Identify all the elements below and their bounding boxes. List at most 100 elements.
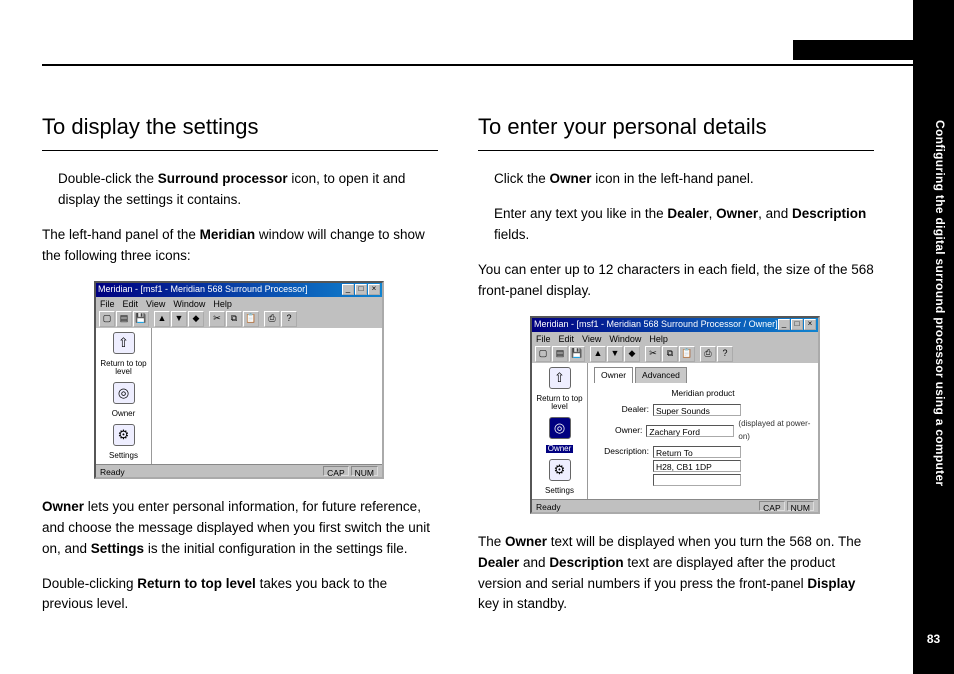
desc-input-2[interactable]: H28, CB1 1DP <box>653 460 741 472</box>
settings-icon[interactable]: ⚙ <box>549 459 571 481</box>
desc-label: Description: <box>594 445 649 458</box>
shot2-right-content: Owner Advanced Meridian product Dealer: … <box>588 363 818 499</box>
text: The <box>478 534 505 549</box>
toolbar-store-icon[interactable]: ▲ <box>154 311 170 327</box>
toolbar-open-icon[interactable]: ▤ <box>552 346 568 362</box>
owner-icon[interactable]: ◎ <box>113 382 135 404</box>
shot1-right-blank <box>152 328 382 464</box>
menu-window[interactable]: Window <box>173 298 205 309</box>
owner-icon[interactable]: ◎ <box>549 417 571 439</box>
tab-owner[interactable]: Owner <box>594 367 633 383</box>
page-number: 83 <box>913 632 954 646</box>
toolbar-open-icon[interactable]: ▤ <box>116 311 132 327</box>
close-button[interactable]: × <box>368 284 380 295</box>
close-button[interactable]: × <box>804 319 816 330</box>
owner-input[interactable]: Zachary Ford <box>646 425 734 437</box>
tabs: Owner Advanced <box>594 367 812 383</box>
owner-field-label: Owner: <box>594 424 642 437</box>
maximize-button[interactable]: □ <box>355 284 367 295</box>
text: key in standby. <box>478 596 567 611</box>
return-to-top-label: Return to top level <box>533 395 586 411</box>
group-label: Meridian product <box>594 387 812 400</box>
column-left: To display the settings Double-click the… <box>42 110 438 629</box>
toolbar-help-icon[interactable]: ? <box>281 311 297 327</box>
column-right: To enter your personal details Click the… <box>478 110 874 629</box>
para-left-2: The left-hand panel of the Meridian wind… <box>42 225 438 267</box>
row-desc-2: H28, CB1 1DP <box>594 460 812 472</box>
menu-edit[interactable]: Edit <box>559 333 575 344</box>
screenshot-1: Meridian - [msf1 - Meridian 568 Surround… <box>94 281 384 479</box>
toolbar-help-icon[interactable]: ? <box>717 346 733 362</box>
top-rule <box>42 64 913 66</box>
settings-icon[interactable]: ⚙ <box>113 424 135 446</box>
menu-window[interactable]: Window <box>609 333 641 344</box>
text: icon in the left-hand panel. <box>592 171 754 186</box>
toolbar-print-icon[interactable]: ⎙ <box>264 311 280 327</box>
row-dealer: Dealer: Super Sounds <box>594 403 812 416</box>
menu-help[interactable]: Help <box>213 298 232 309</box>
status-indicators: CAP NUM <box>759 501 814 511</box>
text: Click the <box>494 171 550 186</box>
text: fields. <box>494 227 529 242</box>
page: Configuring the digital surround process… <box>0 0 954 674</box>
section-label: Configuring the digital surround process… <box>921 120 947 486</box>
bold-dealer: Dealer <box>478 555 519 570</box>
menu-view[interactable]: View <box>146 298 165 309</box>
para-left-3: Owner lets you enter personal informatio… <box>42 497 438 560</box>
menu-file[interactable]: File <box>536 333 551 344</box>
toolbar-new-icon[interactable]: ▢ <box>99 311 115 327</box>
para-right-4: The Owner text will be displayed when yo… <box>478 532 874 616</box>
return-to-top-icon[interactable]: ⇧ <box>113 332 135 354</box>
minimize-button[interactable]: _ <box>778 319 790 330</box>
toolbar-save-icon[interactable]: 💾 <box>569 346 585 362</box>
toolbar-comms-icon[interactable]: ◆ <box>624 346 640 362</box>
top-tab-mark <box>793 40 913 60</box>
menu-file[interactable]: File <box>100 298 115 309</box>
para-left-1: Double-click the Surround processor icon… <box>42 169 438 211</box>
maximize-button[interactable]: □ <box>791 319 803 330</box>
bold-owner: Owner <box>505 534 547 549</box>
heading-divider-2 <box>478 150 874 151</box>
bold-dealer: Dealer <box>667 206 708 221</box>
tab-advanced[interactable]: Advanced <box>635 367 687 383</box>
desc-input-3[interactable] <box>653 474 741 486</box>
menu-help[interactable]: Help <box>649 333 668 344</box>
toolbar-comms-icon[interactable]: ◆ <box>188 311 204 327</box>
row-desc-1: Description: Return To <box>594 445 812 458</box>
toolbar-fetch-icon[interactable]: ▼ <box>171 311 187 327</box>
minimize-button[interactable]: _ <box>342 284 354 295</box>
shot1-title: Meridian - [msf1 - Meridian 568 Surround… <box>98 283 342 297</box>
bold-description: Description <box>792 206 866 221</box>
shot2-body: ⇧ Return to top level ◎ Owner ⚙ Settings… <box>532 363 818 499</box>
desc-input-1[interactable]: Return To <box>653 446 741 458</box>
menu-edit[interactable]: Edit <box>123 298 139 309</box>
shot2-title-bar: Meridian - [msf1 - Meridian 568 Surround… <box>532 318 818 332</box>
text: The left-hand panel of the <box>42 227 200 242</box>
heading-enter-details: To enter your personal details <box>478 110 874 144</box>
heading-display-settings: To display the settings <box>42 110 438 144</box>
menu-view[interactable]: View <box>582 333 601 344</box>
heading-divider <box>42 150 438 151</box>
owner-label: Owner <box>112 410 136 418</box>
toolbar-paste-icon[interactable]: 📋 <box>679 346 695 362</box>
bold-surround-processor: Surround processor <box>158 171 288 186</box>
owner-label: Owner <box>546 445 574 453</box>
return-to-top-icon[interactable]: ⇧ <box>549 367 571 389</box>
toolbar-copy-icon[interactable]: ⧉ <box>662 346 678 362</box>
dealer-input[interactable]: Super Sounds <box>653 404 741 416</box>
toolbar-fetch-icon[interactable]: ▼ <box>607 346 623 362</box>
toolbar-copy-icon[interactable]: ⧉ <box>226 311 242 327</box>
bold-meridian: Meridian <box>200 227 256 242</box>
toolbar-store-icon[interactable]: ▲ <box>590 346 606 362</box>
toolbar-cut-icon[interactable]: ✂ <box>645 346 661 362</box>
toolbar-new-icon[interactable]: ▢ <box>535 346 551 362</box>
toolbar-save-icon[interactable]: 💾 <box>133 311 149 327</box>
text: is the initial configuration in the sett… <box>144 541 407 556</box>
text: Double-clicking <box>42 576 137 591</box>
shot2-left-panel: ⇧ Return to top level ◎ Owner ⚙ Settings <box>532 363 588 499</box>
toolbar-print-icon[interactable]: ⎙ <box>700 346 716 362</box>
shot1-title-bar: Meridian - [msf1 - Meridian 568 Surround… <box>96 283 382 297</box>
toolbar-paste-icon[interactable]: 📋 <box>243 311 259 327</box>
bold-display: Display <box>807 576 855 591</box>
toolbar-cut-icon[interactable]: ✂ <box>209 311 225 327</box>
